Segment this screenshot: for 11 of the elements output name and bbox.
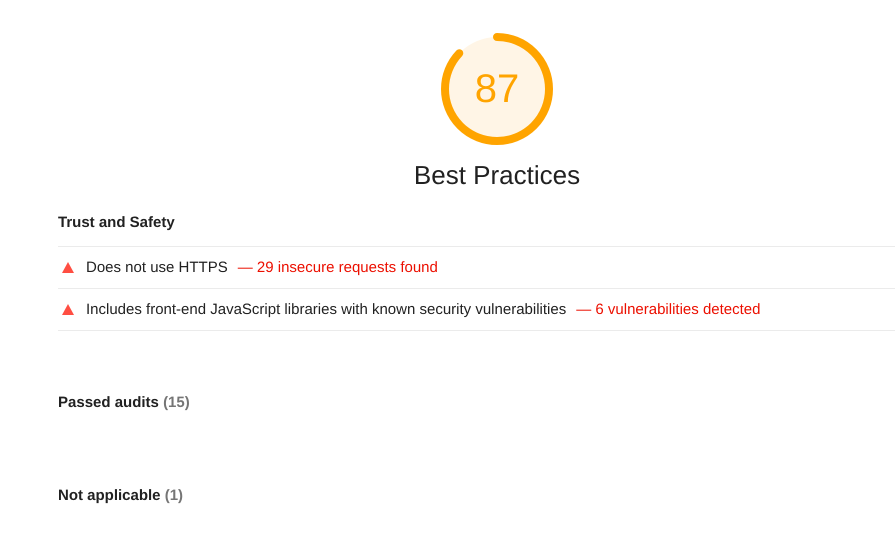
score-value: 87 — [474, 67, 520, 111]
section-title[interactable]: Passed audits — [58, 394, 159, 411]
section-title[interactable]: Not applicable — [58, 487, 161, 504]
section-count: (15) — [163, 394, 190, 411]
audit-detail: — 6 vulnerabilities detected — [576, 301, 760, 318]
audit-detail: — 29 insecure requests found — [238, 259, 438, 276]
audit-title[interactable]: Does not use HTTPS — [86, 259, 228, 276]
audit-title[interactable]: Includes front-end JavaScript libraries with known security vulnerabilities — [86, 301, 566, 318]
category-title: Best Practices — [412, 160, 582, 190]
group-title: Trust and Safety — [58, 214, 895, 247]
section-count: (1) — [164, 487, 184, 504]
